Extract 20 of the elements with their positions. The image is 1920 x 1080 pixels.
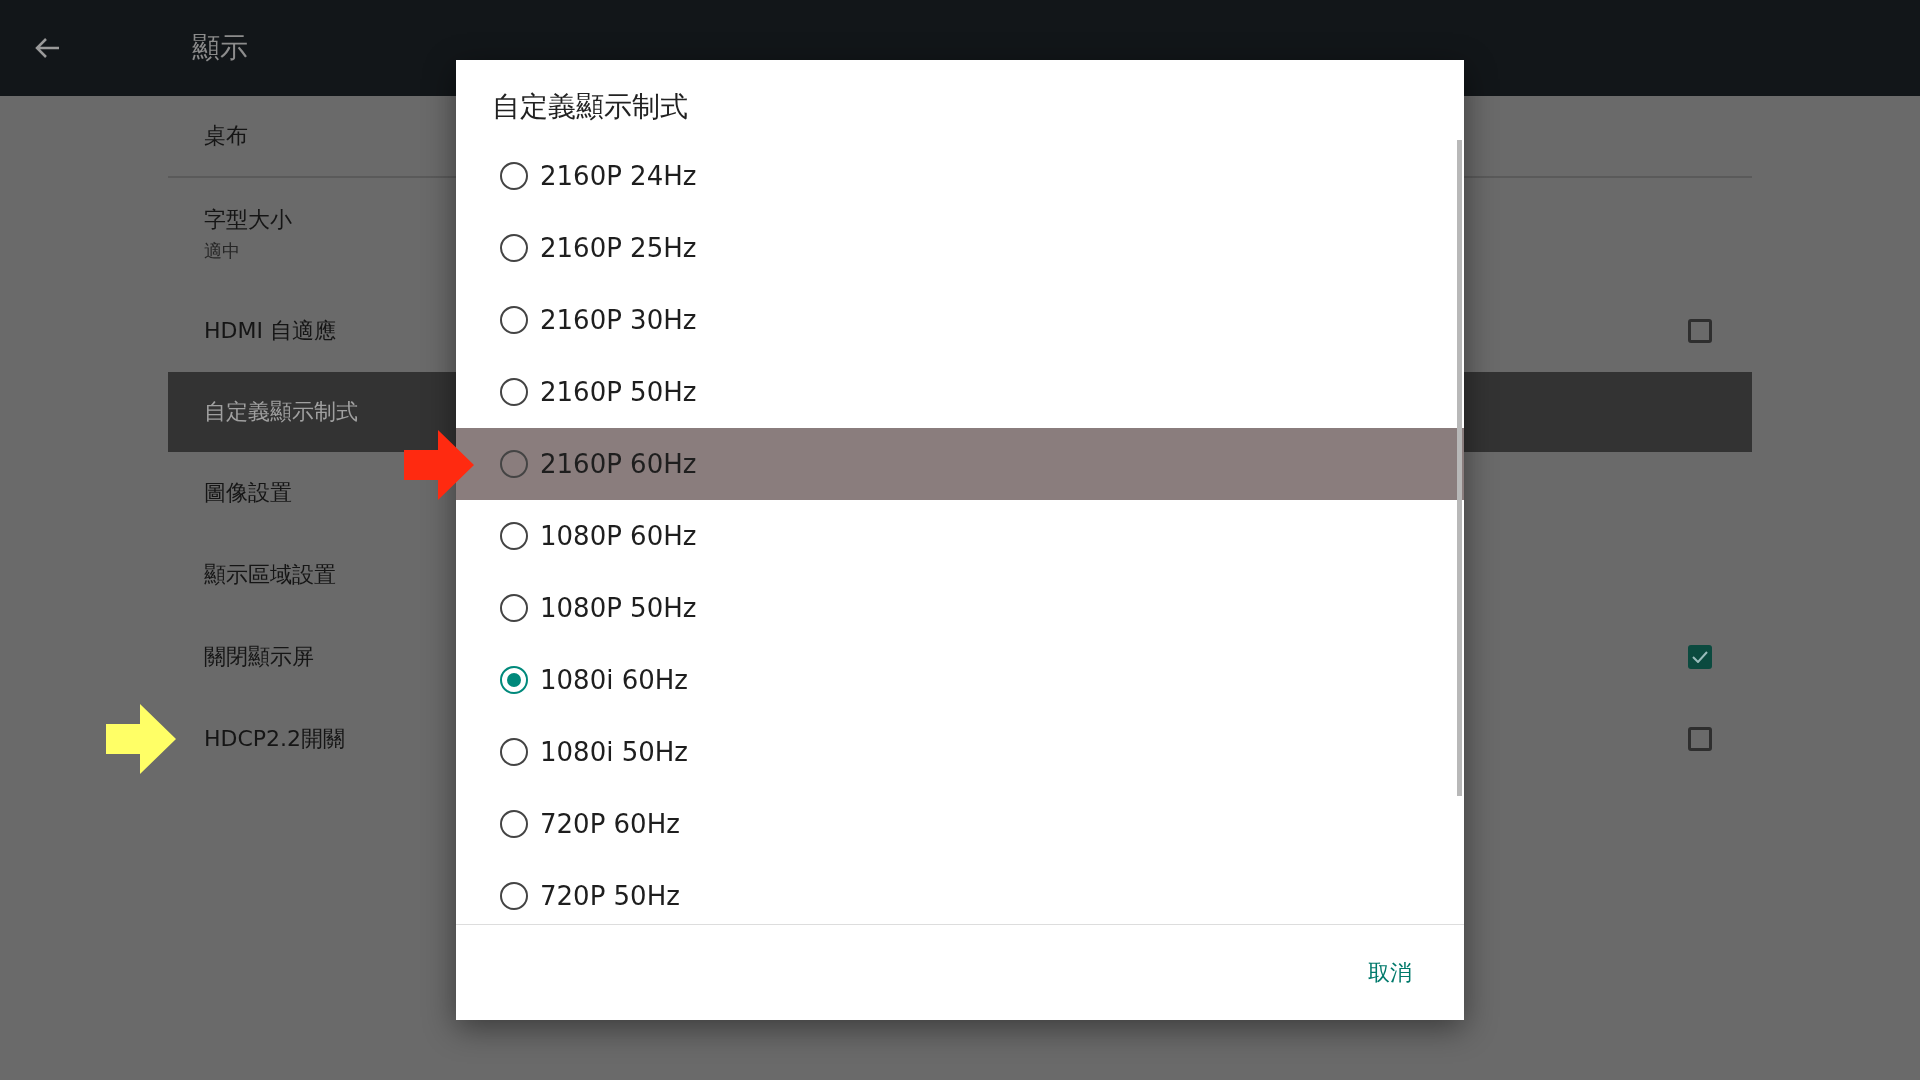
option-label: 720P 60Hz — [540, 809, 680, 839]
option-label: 2160P 50Hz — [540, 377, 697, 407]
option-label: 1080P 60Hz — [540, 521, 697, 551]
setting-label: 關閉顯示屏 — [204, 643, 314, 671]
setting-label: 字型大小 — [204, 206, 292, 234]
setting-label: HDCP2.2開關 — [204, 725, 346, 753]
setting-label: HDMI 自適應 — [204, 317, 336, 345]
option-label: 2160P 30Hz — [540, 305, 697, 335]
setting-label: 自定義顯示制式 — [204, 398, 358, 426]
page-title: 顯示 — [192, 30, 248, 66]
dialog-title: 自定義顯示制式 — [491, 89, 689, 125]
option-label: 1080i 50Hz — [540, 737, 688, 767]
option-label: 2160P 60Hz — [540, 449, 697, 479]
setting-label: 桌布 — [204, 122, 248, 150]
setting-value: 適中 — [204, 239, 241, 263]
option-label: 2160P 25Hz — [540, 233, 697, 263]
option-label: 1080P 50Hz — [540, 593, 697, 623]
option-label: 720P 50Hz — [540, 881, 680, 911]
option-label: 2160P 24Hz — [540, 161, 697, 191]
option-label: 1080i 60Hz — [540, 665, 688, 695]
